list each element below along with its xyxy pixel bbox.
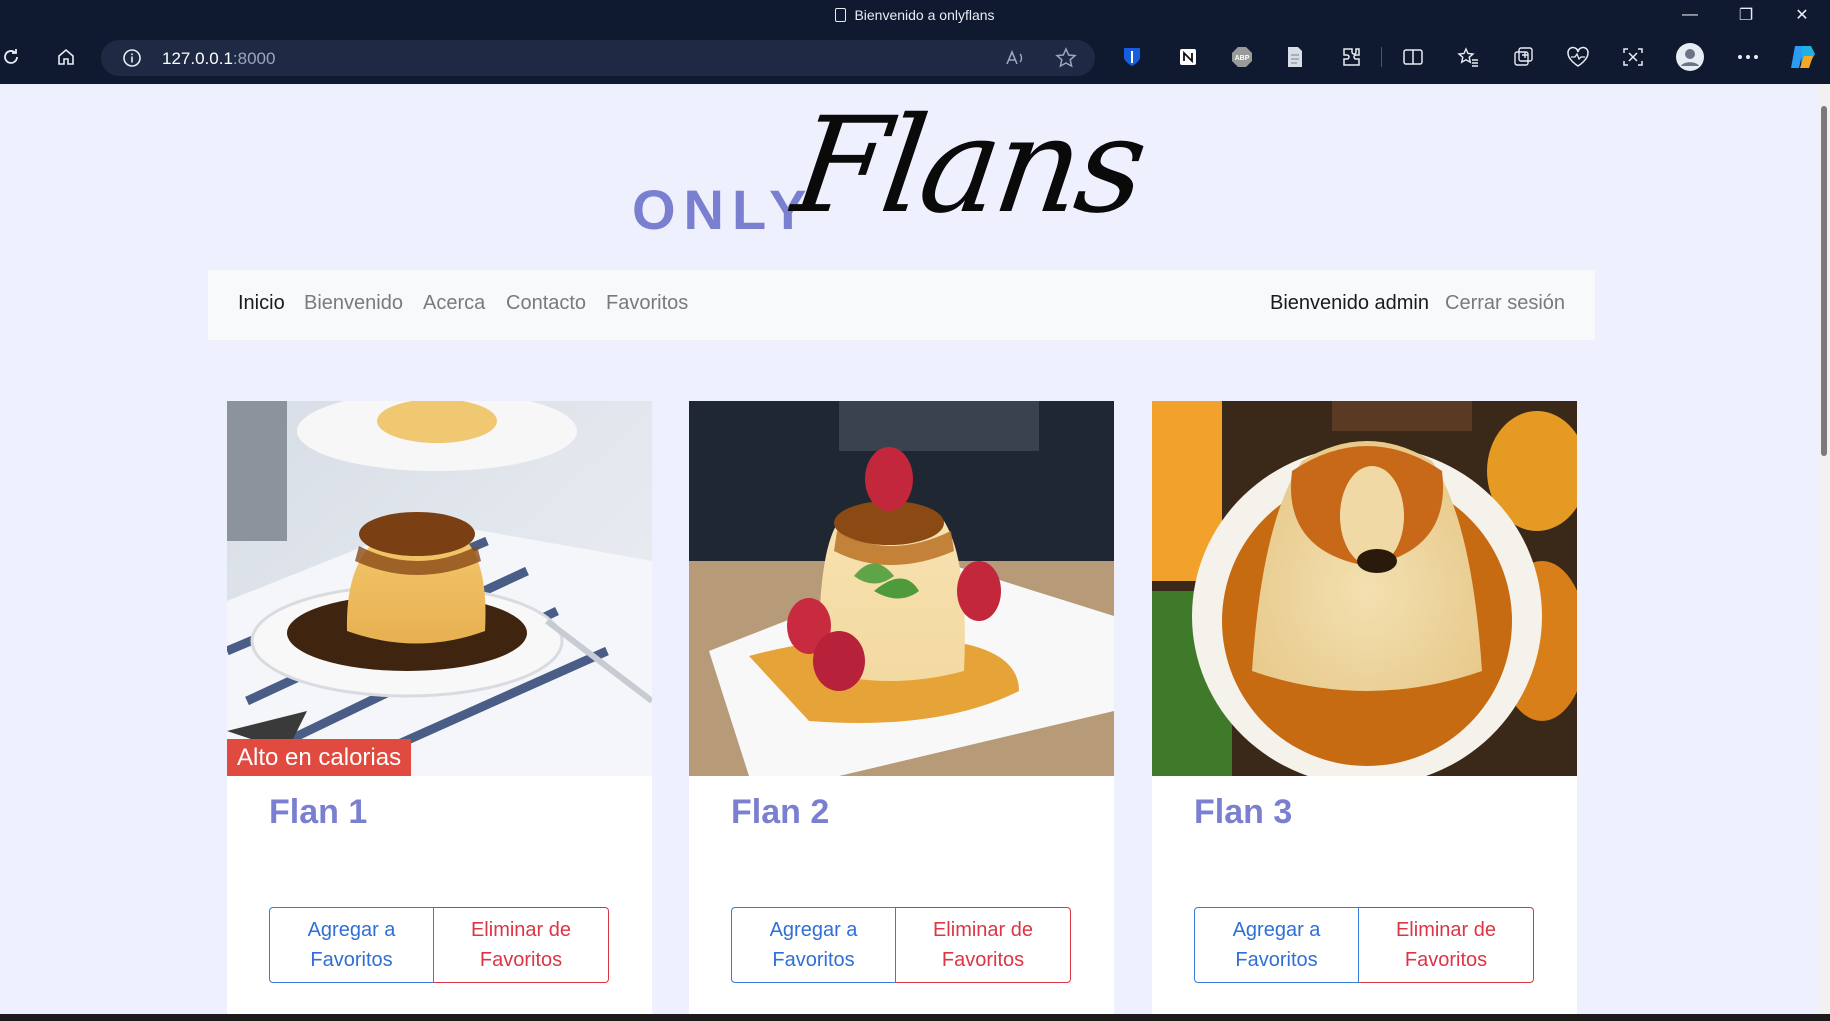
- add-to-favorites-button[interactable]: Agregar a Favoritos: [731, 907, 896, 983]
- refresh-icon[interactable]: [0, 42, 26, 72]
- svg-text:ABP: ABP: [1235, 55, 1250, 62]
- card-title: Flan 2: [731, 793, 830, 831]
- window-titlebar: Bienvenido a onlyflans — ❐ ✕: [0, 0, 1830, 30]
- add-to-favorites-button[interactable]: Agregar a Favoritos: [1194, 907, 1359, 983]
- profile-icon[interactable]: [1675, 42, 1705, 72]
- favorite-star-icon[interactable]: [1051, 43, 1081, 73]
- remove-from-favorites-button[interactable]: Eliminar de Favoritos: [434, 907, 609, 983]
- card-title: Flan 3: [1194, 793, 1293, 831]
- flan-1-image: [227, 401, 652, 776]
- url-port: :8000: [232, 49, 276, 68]
- notion-icon[interactable]: [1173, 42, 1203, 72]
- calorie-badge: Alto en calorias: [227, 739, 412, 776]
- browser-essentials-icon[interactable]: [1563, 42, 1593, 72]
- favorites-button-group: Agregar a Favoritos Eliminar de Favorito…: [731, 907, 1071, 983]
- favorites-button-group: Agregar a Favoritos Eliminar de Favorito…: [269, 907, 609, 983]
- url-text[interactable]: 127.0.0.1:8000: [162, 49, 275, 69]
- remove-from-favorites-button[interactable]: Eliminar de Favoritos: [896, 907, 1071, 983]
- window-title: Bienvenido a onlyflans: [0, 7, 1830, 23]
- site-logo[interactable]: ONLY Flans: [630, 89, 1190, 243]
- collections-icon[interactable]: [1508, 42, 1538, 72]
- document-icon[interactable]: [1280, 42, 1310, 72]
- product-card: Alto en calorias Flan 1 Agregar a Favori…: [227, 401, 652, 1014]
- nav-link-favoritos[interactable]: Favoritos: [606, 292, 688, 315]
- product-card: Flan 2 Agregar a Favoritos Eliminar de F…: [689, 401, 1114, 1014]
- url-host: 127.0.0.1: [162, 49, 233, 68]
- main-navbar: Inicio Bienvenido Acerca Contacto Favori…: [208, 270, 1595, 340]
- logout-link[interactable]: Cerrar sesión: [1445, 292, 1565, 315]
- bitwarden-icon[interactable]: [1117, 42, 1147, 72]
- copilot-icon[interactable]: [1788, 42, 1818, 72]
- window-controls: — ❐ ✕: [1662, 0, 1830, 30]
- page-viewport: ONLY Flans Inicio Bienvenido Acerca Cont…: [0, 84, 1818, 1014]
- split-screen-icon[interactable]: [1398, 42, 1428, 72]
- extensions-icon[interactable]: [1336, 42, 1366, 72]
- restore-button[interactable]: ❐: [1718, 0, 1774, 30]
- nav-link-contacto[interactable]: Contacto: [506, 292, 586, 315]
- flan-3-image: [1152, 401, 1577, 776]
- read-aloud-icon[interactable]: [1000, 43, 1030, 73]
- browser-toolbar: 127.0.0.1:8000 ABP: [0, 30, 1830, 84]
- screenshot-icon[interactable]: [1618, 42, 1648, 72]
- card-title: Flan 1: [269, 793, 368, 831]
- nav-link-acerca[interactable]: Acerca: [423, 292, 485, 315]
- remove-from-favorites-button[interactable]: Eliminar de Favoritos: [1359, 907, 1534, 983]
- more-icon[interactable]: [1733, 42, 1763, 72]
- bottom-edge: [0, 1014, 1830, 1021]
- tab-title: Bienvenido a onlyflans: [854, 7, 995, 23]
- page-document-icon: [835, 8, 847, 22]
- home-icon[interactable]: [51, 42, 81, 72]
- logo-flans-text: Flans: [785, 89, 1153, 243]
- minimize-button[interactable]: —: [1662, 0, 1718, 30]
- adblock-icon[interactable]: ABP: [1227, 42, 1257, 72]
- close-button[interactable]: ✕: [1774, 0, 1830, 30]
- scrollbar-thumb[interactable]: [1821, 106, 1827, 456]
- add-to-favorites-button[interactable]: Agregar a Favoritos: [269, 907, 434, 983]
- flan-2-image: [689, 401, 1114, 776]
- address-bar[interactable]: 127.0.0.1:8000: [101, 40, 1095, 76]
- product-card: Flan 3 Agregar a Favoritos Eliminar de F…: [1152, 401, 1577, 1014]
- favorites-icon[interactable]: [1453, 42, 1483, 72]
- info-icon[interactable]: [117, 43, 147, 73]
- toolbar-divider: [1380, 42, 1384, 72]
- favorites-button-group: Agregar a Favoritos Eliminar de Favorito…: [1194, 907, 1534, 983]
- nav-link-bienvenido[interactable]: Bienvenido: [304, 292, 403, 315]
- page-scrollbar[interactable]: [1818, 84, 1830, 1014]
- nav-link-inicio[interactable]: Inicio: [238, 292, 285, 315]
- user-greeting: Bienvenido admin: [1270, 292, 1429, 314]
